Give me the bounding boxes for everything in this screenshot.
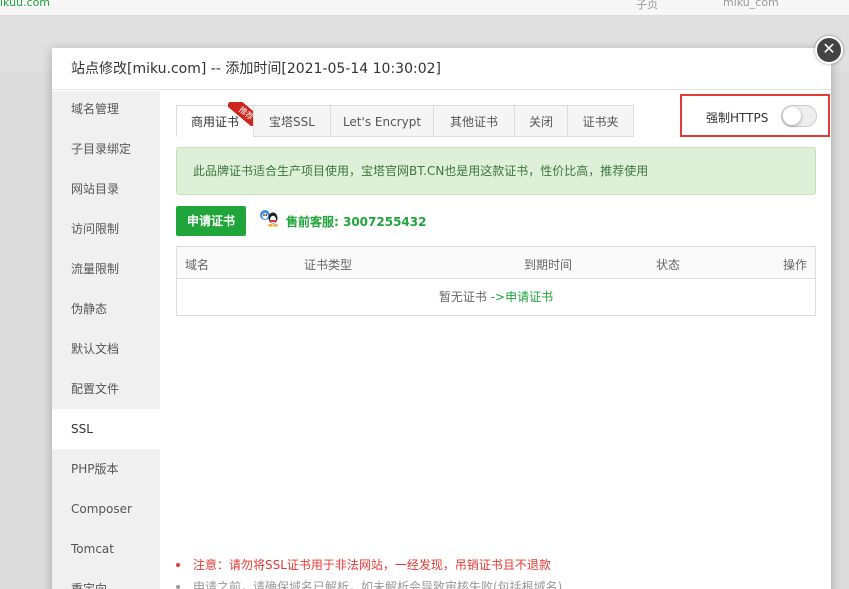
sidebar-item-tomcat[interactable]: Tomcat (52, 529, 160, 569)
modal-title: 站点修改[miku.com] -- 添加时间[2021-05-14 10:30:… (52, 48, 831, 90)
column-expiry: 到期时间 (524, 258, 573, 272)
background-topbar: ikuu.com 子页 miku_com (0, 0, 849, 16)
column-domain: 域名 (185, 258, 210, 272)
tab-cert-folder[interactable]: 证书夹 (567, 105, 634, 137)
cert-table-header: 域名 证书类型 到期时间 状态 操作 (177, 247, 815, 279)
tab-bt-ssl[interactable]: 宝塔SSL (253, 105, 331, 137)
force-https-highlight: 强制HTTPS (680, 94, 830, 137)
tip-info: 申请之前，请确保域名已解析，如未解析会导致审核失败(包括根域名) (176, 576, 816, 589)
sidebar-item-traffic-limit[interactable]: 流量限制 (52, 249, 160, 289)
sidebar-item-composer[interactable]: Composer (52, 489, 160, 529)
qq-icon (260, 210, 278, 227)
ssl-tips: 注意：请勿将SSL证书用于非法网站，一经发现，吊销证书且不退款 申请之前，请确保… (176, 554, 816, 589)
close-icon[interactable]: ✕ (815, 36, 843, 64)
sidebar-item-domain[interactable]: 域名管理 (52, 91, 160, 129)
presales-support[interactable]: 售前客服: 3007255432 (286, 213, 426, 230)
toggle-knob (783, 107, 801, 125)
modal-sidebar: 域名管理 子目录绑定 网站目录 访问限制 流量限制 伪静态 默认文档 配置文件 … (52, 91, 160, 589)
sidebar-item-default-doc[interactable]: 默认文档 (52, 329, 160, 369)
sidebar-item-site-dir[interactable]: 网站目录 (52, 169, 160, 209)
sidebar-item-php-version[interactable]: PHP版本 (52, 449, 160, 489)
column-actions: 操作 (783, 258, 808, 272)
sidebar-item-ssl[interactable]: SSL (52, 409, 160, 449)
cert-table-empty-row: 暂无证书 ->申请证书 (177, 279, 815, 315)
empty-text: 暂无证书 (438, 290, 487, 304)
sidebar-item-rewrite[interactable]: 伪静态 (52, 289, 160, 329)
tab-close[interactable]: 关闭 (514, 105, 568, 137)
sidebar-item-subdir[interactable]: 子目录绑定 (52, 129, 160, 169)
tab-other-cert[interactable]: 其他证书 (433, 105, 515, 137)
ssl-tabs: 商用证书 推荐 宝塔SSL Let's Encrypt 其他证书 关闭 证书夹 (176, 102, 634, 137)
background-link: ikuu.com (0, 0, 51, 9)
empty-apply-link[interactable]: ->申请证书 (491, 290, 553, 304)
site-settings-modal: 站点修改[miku.com] -- 添加时间[2021-05-14 10:30:… (52, 48, 831, 589)
tab-letsencrypt[interactable]: Let's Encrypt (330, 105, 434, 137)
tip-warning: 注意：请勿将SSL证书用于非法网站，一经发现，吊销证书且不退款 (176, 554, 816, 576)
cert-table: 域名 证书类型 到期时间 状态 操作 暂无证书 ->申请证书 (176, 246, 816, 316)
background-text: 子页 (636, 0, 658, 11)
sidebar-item-access-limit[interactable]: 访问限制 (52, 209, 160, 249)
force-https-label: 强制HTTPS (706, 111, 769, 125)
sidebar-item-config-file[interactable]: 配置文件 (52, 369, 160, 409)
column-cert-type: 证书类型 (304, 258, 353, 272)
column-status: 状态 (656, 258, 681, 272)
apply-cert-button[interactable]: 申请证书 (176, 206, 246, 236)
sidebar-item-redirect[interactable]: 重定向 (52, 569, 160, 589)
cert-notice: 此品牌证书适合生产项目使用，宝塔官网BT.CN也是用这款证书，性价比高，推荐使用 (176, 147, 816, 195)
force-https-toggle[interactable] (781, 105, 817, 127)
background-text: miku_com (723, 0, 779, 9)
